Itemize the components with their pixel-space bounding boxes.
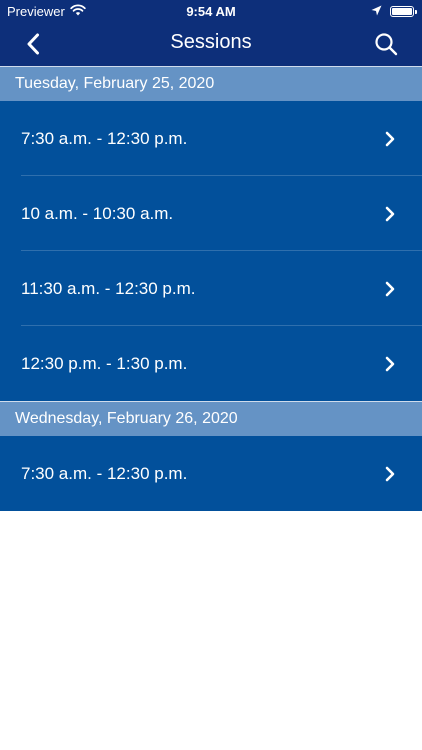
session-time-label: 7:30 a.m. - 12:30 p.m. [21, 463, 188, 483]
chevron-right-icon [382, 356, 398, 372]
search-button[interactable] [372, 30, 400, 58]
section-header-label: Wednesday, February 26, 2020 [15, 410, 238, 427]
location-arrow-icon [371, 4, 382, 19]
session-row[interactable]: 11:30 a.m. - 12:30 p.m. [0, 251, 422, 326]
status-time: 9:54 AM [186, 4, 236, 19]
chevron-right-icon [382, 206, 398, 222]
session-time-label: 11:30 a.m. - 12:30 p.m. [21, 278, 196, 298]
session-row[interactable]: 12:30 p.m. - 1:30 p.m. [0, 326, 422, 401]
chevron-right-icon [382, 131, 398, 147]
search-icon [375, 33, 398, 56]
section-header-label: Tuesday, February 25, 2020 [15, 75, 215, 92]
section-header-wednesday: Wednesday, February 26, 2020 [0, 401, 422, 436]
session-time-label: 7:30 a.m. - 12:30 p.m. [21, 128, 188, 148]
chevron-right-icon [382, 466, 398, 482]
session-row[interactable]: 7:30 a.m. - 12:30 p.m. [0, 436, 422, 511]
session-row[interactable]: 7:30 a.m. - 12:30 p.m. [0, 101, 422, 176]
session-time-label: 12:30 p.m. - 1:30 p.m. [21, 353, 188, 373]
battery-icon [390, 6, 417, 17]
status-bar: Previewer 9:54 AM [0, 0, 422, 22]
session-time-label: 10 a.m. - 10:30 a.m. [21, 203, 174, 223]
session-row[interactable]: 10 a.m. - 10:30 a.m. [0, 176, 422, 251]
chevron-right-icon [382, 281, 398, 297]
sessions-list: Tuesday, February 25, 2020 7:30 a.m. - 1… [0, 66, 422, 511]
page-title: Sessions [170, 31, 252, 53]
status-right [371, 4, 417, 19]
section-header-tuesday: Tuesday, February 25, 2020 [0, 66, 422, 101]
nav-bar: Sessions [0, 22, 422, 66]
